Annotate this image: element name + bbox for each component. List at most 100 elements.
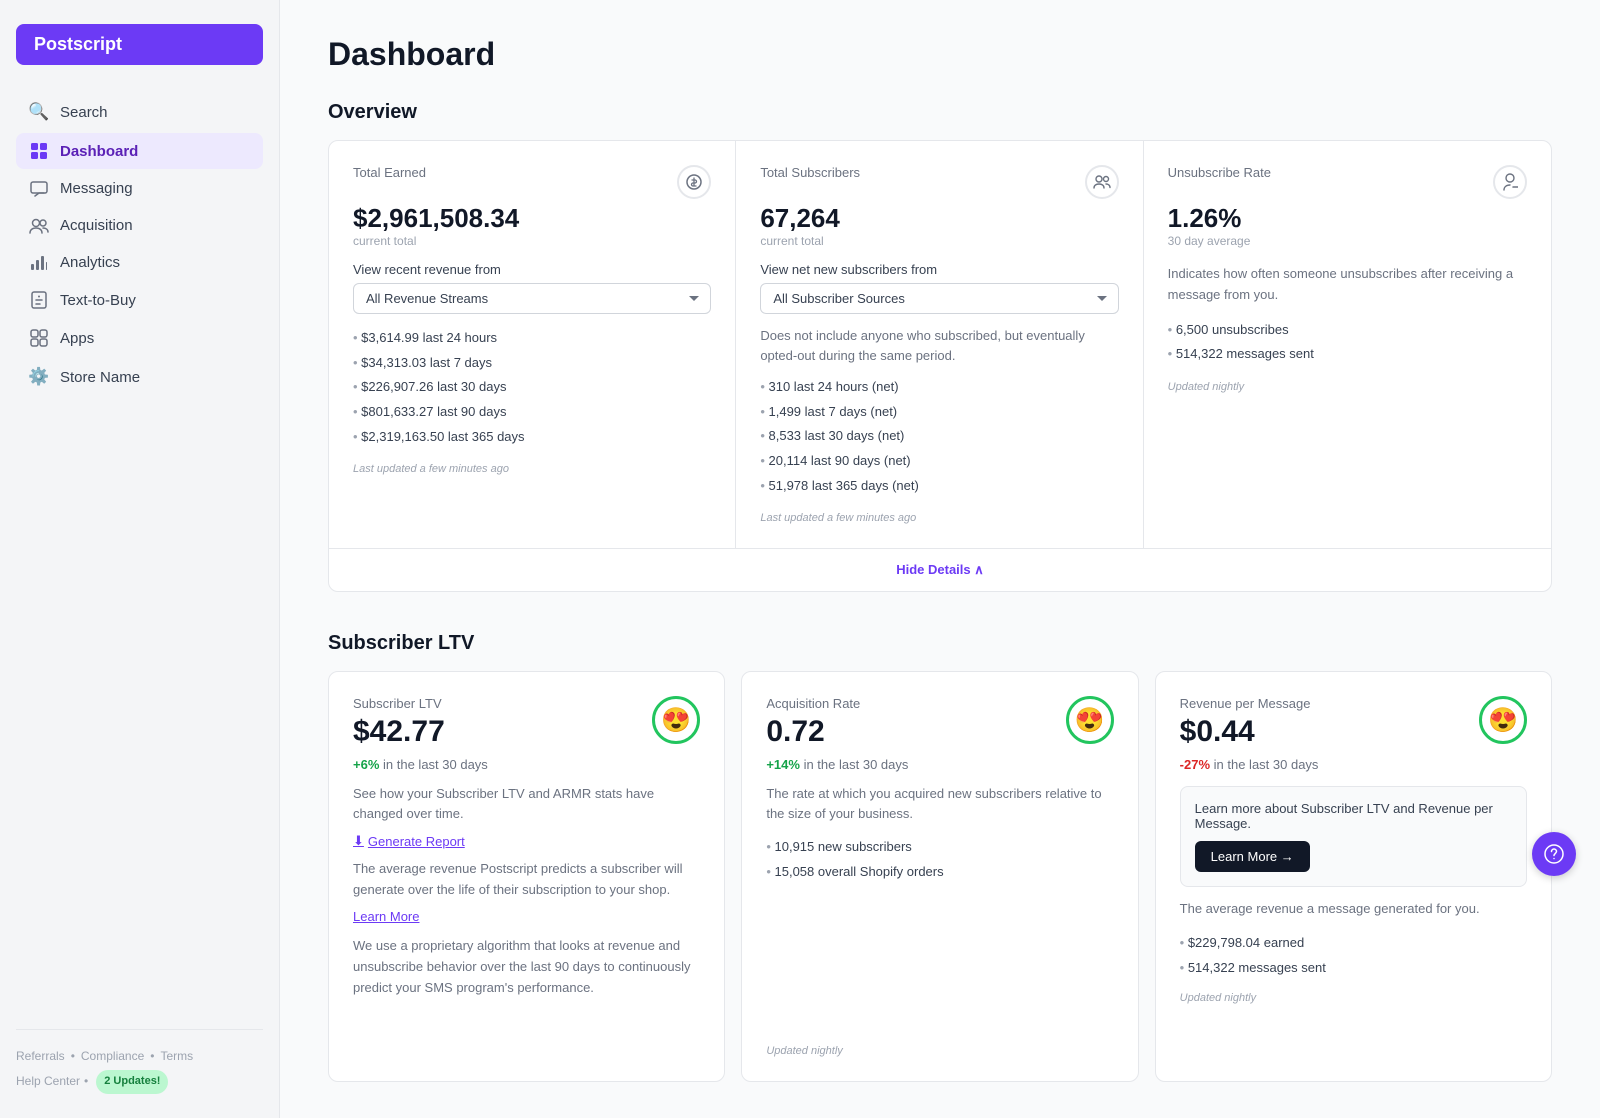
acq-desc: The rate at which you acquired new subsc… [766,784,1113,823]
rpm-change-suffix: in the last 30 days [1214,757,1319,772]
sidebar: Postscript 🔍 Search Dashboard Messaging … [0,0,280,1118]
revenue-streams-dropdown[interactable]: All Revenue Streams SMS Email [353,283,711,314]
hide-details-bar: Hide Details ∧ [329,548,1551,591]
nav: 🔍 Search Dashboard Messaging Acquisition [16,93,263,398]
unsubscribe-sub: 30 day average [1168,234,1527,248]
total-earned-card: Total Earned $2,961,508.34 current total… [329,141,736,548]
unsubscribe-label: Unsubscribe Rate [1168,165,1271,180]
ltv-section-title: Subscriber LTV [328,632,1552,655]
bullet-sep: • [84,1071,88,1093]
acq-footer: Updated nightly [766,885,1113,1057]
total-subscribers-card: Total Subscribers 67,264 current total V… [736,141,1143,548]
acq-label: Acquisition Rate [766,696,860,711]
ltv-change-suffix: in the last 30 days [383,757,488,772]
total-earned-value: $2,961,508.34 [353,203,711,234]
unsubscribe-value: 1.26% [1168,203,1527,234]
overview-section-title: Overview [328,101,1552,124]
ltv-card-revenue-per-message: Revenue per Message $0.44 😍 -27% in the … [1155,671,1552,1081]
subscriber-sources-dropdown[interactable]: All Subscriber Sources SMS Email [760,283,1118,314]
sidebar-item-apps[interactable]: Apps [16,320,263,356]
rpm-learn-more-box: Learn more about Subscriber LTV and Reve… [1180,786,1527,887]
rpm-change-value: -27% [1180,757,1210,772]
rpm-learn-more-button[interactable]: Learn More → [1195,841,1310,872]
ltv-change-value: +6% [353,757,379,772]
sidebar-item-label-dashboard: Dashboard [60,143,138,160]
sidebar-item-analytics[interactable]: Analytics [16,245,263,280]
ltv-change: +6% in the last 30 days [353,757,700,772]
generate-report-link[interactable]: ⬇ Generate Report [353,833,700,849]
total-earned-dropdown-label: View recent revenue from [353,262,711,277]
subscribers-footer: Last updated a few minutes ago [760,512,1118,524]
messaging-icon [28,181,50,197]
analytics-icon [28,255,50,271]
sidebar-item-dashboard[interactable]: Dashboard [16,133,263,169]
ltv-learn-more-link[interactable]: Learn More [353,909,419,924]
subscribers-dropdown-label: View net new subscribers from [760,262,1118,277]
terms-link[interactable]: Terms [160,1046,193,1068]
rpm-desc: The average revenue a message generated … [1180,899,1527,919]
rpm-list: $229,798.04 earned 514,322 messages sent [1180,931,1527,980]
acq-list: 10,915 new subscribers 15,058 overall Sh… [766,835,1113,884]
text-to-buy-icon [28,291,50,309]
dollar-icon [677,165,711,199]
ltv-card-header: Subscriber LTV $42.77 😍 [353,696,700,749]
compliance-link[interactable]: Compliance [81,1046,144,1068]
page-title: Dashboard [328,36,1552,73]
ltv-desc: See how your Subscriber LTV and ARMR sta… [353,784,700,823]
sidebar-item-label-text-to-buy: Text-to-Buy [60,292,136,309]
updates-badge[interactable]: 2 Updates! [96,1070,168,1094]
search-icon: 🔍 [28,102,50,122]
rpm-emoji-icon: 😍 [1479,696,1527,744]
ltv-algo-desc: We use a proprietary algorithm that look… [353,936,700,998]
rpm-card-header: Revenue per Message $0.44 😍 [1180,696,1527,749]
total-subscribers-value: 67,264 [760,203,1118,234]
acquisition-icon [28,218,50,234]
acq-change-value: +14% [766,757,800,772]
store-name-icon: ⚙️ [28,367,50,387]
sidebar-item-label-apps: Apps [60,330,94,347]
footer-links: Referrals • Compliance • Terms [16,1046,263,1068]
rpm-value: $0.44 [1180,715,1311,749]
unsubscribe-desc: Indicates how often someone unsubscribes… [1168,264,1527,306]
acq-change: +14% in the last 30 days [766,757,1113,772]
ltv-value: $42.77 [353,715,445,749]
main-content: Dashboard Overview Total Earned $2,961,5… [280,0,1600,1118]
dashboard-icon [28,142,50,160]
help-center-link[interactable]: Help Center [16,1071,80,1093]
sidebar-item-text-to-buy[interactable]: Text-to-Buy [16,282,263,318]
sidebar-footer: Referrals • Compliance • Terms Help Cent… [16,1029,263,1093]
download-icon: ⬇ [353,833,364,849]
referrals-link[interactable]: Referrals [16,1046,65,1068]
total-earned-list: $3,614.99 last 24 hours $34,313.03 last … [353,326,711,449]
acq-value: 0.72 [766,715,860,749]
subscribers-note: Does not include anyone who subscribed, … [760,326,1118,365]
rpm-change: -27% in the last 30 days [1180,757,1527,772]
ltv-sub-desc: The average revenue Postscript predicts … [353,859,700,901]
subscribers-icon [1085,165,1119,199]
logo[interactable]: Postscript [16,24,263,65]
acq-card-header: Acquisition Rate 0.72 😍 [766,696,1113,749]
total-earned-label: Total Earned [353,165,426,180]
sidebar-item-messaging[interactable]: Messaging [16,171,263,206]
total-subscribers-sub: current total [760,234,1118,248]
help-button[interactable] [1532,832,1576,876]
ltv-card-subscriber-ltv: Subscriber LTV $42.77 😍 +6% in the last … [328,671,725,1081]
sidebar-item-acquisition[interactable]: Acquisition [16,208,263,243]
sidebar-item-label-search: Search [60,104,108,121]
total-earned-sub: current total [353,234,711,248]
acq-change-suffix: in the last 30 days [804,757,909,772]
sidebar-item-search[interactable]: 🔍 Search [16,93,263,131]
rpm-label: Revenue per Message [1180,696,1311,711]
sidebar-item-label-store-name: Store Name [60,369,140,386]
sidebar-item-store-name[interactable]: ⚙️ Store Name [16,358,263,396]
total-earned-footer: Last updated a few minutes ago [353,463,711,475]
unsubscribe-icon [1493,165,1527,199]
apps-icon [28,329,50,347]
unsubscribe-footer: Updated nightly [1168,381,1527,393]
sidebar-item-label-acquisition: Acquisition [60,217,133,234]
hide-details-button[interactable]: Hide Details ∧ [896,562,984,577]
rpm-footer: Updated nightly [1180,992,1527,1004]
unsubscribe-rate-card: Unsubscribe Rate 1.26% 30 day average In… [1144,141,1551,548]
ltv-label: Subscriber LTV [353,696,445,711]
rpm-box-text: Learn more about Subscriber LTV and Reve… [1195,801,1512,831]
